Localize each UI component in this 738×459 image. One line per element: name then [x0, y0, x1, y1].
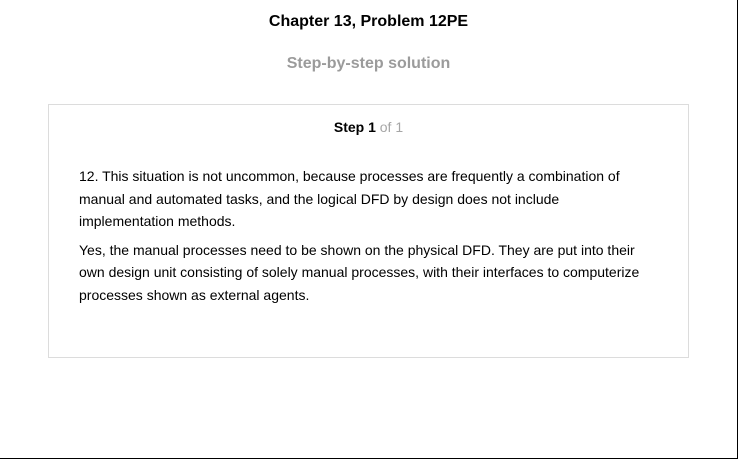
step-body: 12. This situation is not uncommon, beca…: [79, 165, 654, 312]
step-label: Step 1: [333, 119, 376, 135]
page-title: Chapter 13, Problem 12PE: [268, 13, 469, 30]
step-count: of 1: [379, 119, 404, 135]
step-header: Step 1 of 1: [49, 119, 688, 135]
solution-paragraph: Yes, the manual processes need to be sho…: [79, 241, 640, 303]
solution-paragraph: 12. This situation is not uncommon, beca…: [79, 168, 620, 229]
solution-subtitle: Step-by-step solution: [286, 55, 451, 72]
solution-step-card: Step 1 of 1 12. This situation is not un…: [48, 104, 689, 358]
